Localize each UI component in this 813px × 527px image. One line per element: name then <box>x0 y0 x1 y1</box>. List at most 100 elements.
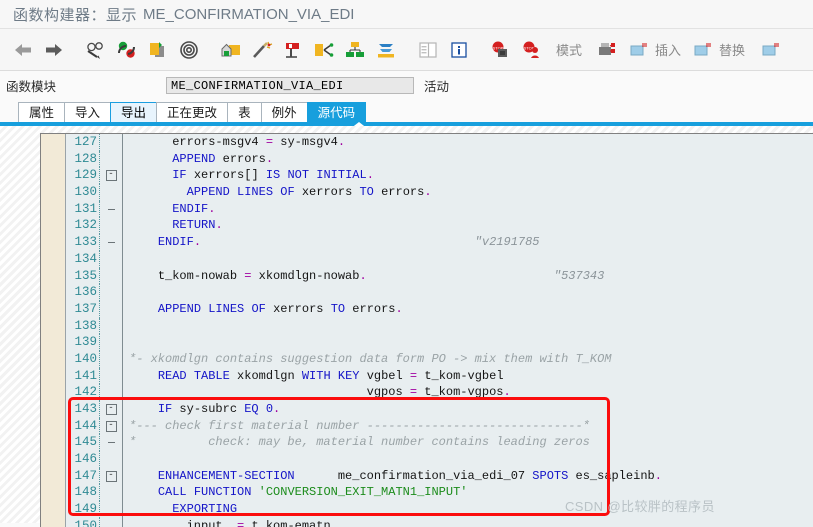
tab-attributes[interactable]: 属性 <box>18 102 66 122</box>
watchpoint-icon[interactable]: STOP <box>517 35 547 65</box>
fold-marker[interactable] <box>100 200 123 218</box>
line-number: 145 <box>66 434 100 452</box>
window-title-prefix: 函数构建器： <box>13 6 107 24</box>
code-line[interactable]: 128 APPEND errors. <box>66 150 813 168</box>
fold-marker[interactable] <box>100 217 123 235</box>
signature-icon[interactable] <box>278 35 308 65</box>
code-line[interactable]: 144- *--- check first material number ---… <box>66 417 813 435</box>
code-line[interactable]: 145 * check: may be, material number cont… <box>66 434 813 452</box>
source-code-editor[interactable]: 127 errors-msgv4 = sy-msgv4. 128 APPEND e… <box>40 133 813 527</box>
insert-button[interactable]: 插入 <box>630 40 685 59</box>
fold-marker[interactable]: - <box>100 401 123 418</box>
code-line[interactable]: 129- IF xerrors[] IS NOT INITIAL. <box>66 167 813 185</box>
breakpoint-icon[interactable]: STOP <box>486 35 516 65</box>
line-number: 146 <box>66 451 100 468</box>
tab-tables[interactable]: 表 <box>227 102 262 122</box>
check-icon[interactable] <box>112 35 142 65</box>
line-code: IF xerrors[] IS NOT INITIAL. <box>172 168 374 183</box>
line-number: 136 <box>66 284 100 301</box>
tab-export[interactable]: 导出 <box>110 102 158 122</box>
line-number: 141 <box>66 367 100 385</box>
fold-marker[interactable] <box>100 184 123 201</box>
hierarchy-icon[interactable] <box>340 35 370 65</box>
code-line[interactable]: 140 *- xkomdlgn contains suggestion data … <box>66 350 813 368</box>
fold-marker[interactable] <box>100 317 123 335</box>
more-blue-box-icon[interactable] <box>756 35 786 65</box>
pattern-icon[interactable] <box>216 35 246 65</box>
code-line[interactable]: 127 errors-msgv4 = sy-msgv4. <box>66 134 813 151</box>
code-line[interactable]: 143- IF sy-subrc EQ 0. <box>66 401 813 418</box>
function-module-input[interactable]: ME_CONFIRMATION_VIA_EDI <box>166 76 414 94</box>
code-line[interactable]: 131 ENDIF. <box>66 200 813 218</box>
tab-import[interactable]: 导入 <box>64 102 112 122</box>
fold-marker[interactable] <box>100 250 123 268</box>
tab-source-code[interactable]: 源代码 <box>306 102 367 122</box>
code-line[interactable]: 136 <box>66 284 813 301</box>
line-code: CALL FUNCTION 'CONVERSION_EXIT_MATN1_INP… <box>157 485 468 500</box>
line-code: APPEND errors. <box>172 151 274 166</box>
navigate-icon[interactable] <box>309 35 339 65</box>
code-line[interactable]: 150 input = t_kom-ematn <box>66 517 813 527</box>
fold-marker[interactable] <box>100 234 123 251</box>
back-icon[interactable] <box>8 35 38 65</box>
fold-marker[interactable] <box>100 284 123 301</box>
code-line[interactable]: 139 <box>66 334 813 351</box>
fold-marker[interactable] <box>100 367 123 385</box>
line-number: 143 <box>66 401 100 418</box>
line-number: 137 <box>66 300 100 318</box>
line-number: 127 <box>66 134 100 151</box>
function-module-row: 函数模块 ME_CONFIRMATION_VIA_EDI 活动 <box>0 73 813 97</box>
line-code: ENDIF. <box>172 201 216 216</box>
fold-marker[interactable] <box>100 150 123 168</box>
info-icon[interactable] <box>444 35 474 65</box>
toolbar-separator-1 <box>70 35 80 65</box>
fold-marker[interactable] <box>100 134 123 151</box>
fold-marker[interactable] <box>100 334 123 351</box>
activate-icon[interactable] <box>143 35 173 65</box>
window-title-action: 显示 <box>106 6 138 24</box>
line-code: EXPORTING <box>172 502 238 517</box>
fold-marker[interactable] <box>100 350 123 368</box>
blue-stack-icon[interactable] <box>371 35 401 65</box>
insert-blue-box-icon <box>630 42 648 58</box>
code-line[interactable]: 138 <box>66 317 813 335</box>
code-line[interactable]: 130 APPEND LINES OF xerrors TO errors. <box>66 184 813 201</box>
tab-changing[interactable]: 正在更改 <box>156 102 229 122</box>
replace-button[interactable]: 替换 <box>694 40 749 59</box>
mode-button[interactable]: 模式 <box>552 40 586 59</box>
code-line[interactable]: 133 ENDIF. "v2191785 <box>66 234 813 251</box>
code-line[interactable]: 134 <box>66 250 813 268</box>
fold-marker[interactable] <box>100 517 123 527</box>
title-bar: 函数构建器： 显示 ME_CONFIRMATION_VIA_EDI <box>0 0 813 29</box>
spiral-icon[interactable] <box>174 35 204 65</box>
code-lines[interactable]: 127 errors-msgv4 = sy-msgv4. 128 APPEND e… <box>66 134 813 527</box>
code-line[interactable]: 147- ENHANCEMENT-SECTION me_confirmation… <box>66 467 813 485</box>
display-change-icon[interactable] <box>81 35 111 65</box>
code-line[interactable]: 146 <box>66 451 813 468</box>
fold-marker[interactable]: - <box>100 467 123 485</box>
printer-red-icon[interactable] <box>593 35 623 65</box>
fold-marker[interactable] <box>100 451 123 468</box>
fold-marker[interactable] <box>100 434 123 452</box>
code-line[interactable]: 137 APPEND LINES OF xerrors TO errors. <box>66 300 813 318</box>
code-line[interactable]: 132 RETURN. <box>66 217 813 235</box>
function-module-label: 函数模块 <box>6 79 57 94</box>
code-line[interactable]: 135 t_kom-nowab = xkomdlgn-nowab. "53734… <box>66 267 813 285</box>
columns-icon[interactable] <box>413 35 443 65</box>
fold-marker[interactable] <box>100 267 123 285</box>
editor-left-margin <box>41 134 66 527</box>
forward-icon[interactable] <box>39 35 69 65</box>
fold-marker[interactable] <box>100 501 123 518</box>
fold-marker[interactable] <box>100 384 123 401</box>
fold-marker[interactable] <box>100 484 123 502</box>
pretty-printer-icon[interactable] <box>247 35 277 65</box>
fold-marker[interactable]: - <box>100 167 123 185</box>
editor-background: 127 errors-msgv4 = sy-msgv4. 128 APPEND e… <box>0 126 813 527</box>
line-number: 150 <box>66 517 100 527</box>
fold-marker[interactable] <box>100 300 123 318</box>
code-line[interactable]: 141 READ TABLE xkomdlgn WITH KEY vgbel =… <box>66 367 813 385</box>
fold-marker[interactable]: - <box>100 417 123 435</box>
code-line[interactable]: 142 vgpos = t_kom-vgpos. <box>66 384 813 402</box>
tab-exceptions[interactable]: 例外 <box>260 102 308 122</box>
function-builder-window: 函数构建器： 显示 ME_CONFIRMATION_VIA_EDI STOP S… <box>0 0 813 527</box>
